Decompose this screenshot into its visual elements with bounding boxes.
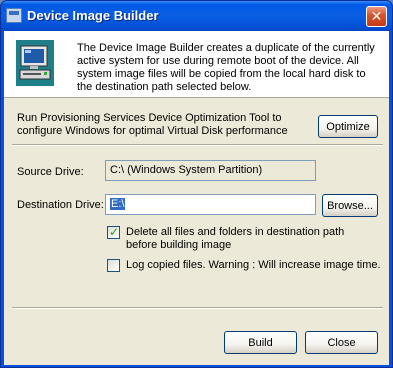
dialog-window: Device Image Builder ✕ The Device Image … <box>0 0 393 368</box>
divider <box>12 307 383 309</box>
close-button[interactable]: Close <box>305 331 378 354</box>
source-drive-label: Source Drive: <box>17 166 84 178</box>
delete-files-label[interactable]: Delete all files and folders in destinat… <box>126 226 356 252</box>
title-bar[interactable]: Device Image Builder ✕ <box>1 1 392 31</box>
window-title: Device Image Builder <box>27 8 159 23</box>
source-drive-field: C:\ (Windows System Partition) <box>105 160 316 181</box>
build-button[interactable]: Build <box>224 331 297 354</box>
window-close-button[interactable]: ✕ <box>366 6 387 27</box>
destination-drive-label: Destination Drive: <box>17 199 104 211</box>
optimize-description: Run Provisioning Services Device Optimiz… <box>17 112 288 137</box>
banner-description: The Device Image Builder creates a dupli… <box>77 42 375 93</box>
browse-button[interactable]: Browse... <box>322 194 378 217</box>
computer-icon <box>16 40 54 86</box>
delete-files-checkbox[interactable]: ✓ <box>107 225 120 239</box>
destination-drive-input[interactable]: E:\ <box>105 194 316 215</box>
destination-drive-value: E:\ <box>110 198 126 210</box>
app-window-icon <box>6 8 22 23</box>
checkmark-icon: ✓ <box>109 225 120 239</box>
description-banner: The Device Image Builder creates a dupli… <box>4 31 389 98</box>
dialog-body: The Device Image Builder creates a dupli… <box>4 31 389 365</box>
log-files-checkbox[interactable] <box>107 259 120 272</box>
divider <box>12 144 383 146</box>
log-files-label[interactable]: Log copied files. Warning : Will increas… <box>126 259 381 272</box>
optimize-button[interactable]: Optimize <box>318 115 378 138</box>
